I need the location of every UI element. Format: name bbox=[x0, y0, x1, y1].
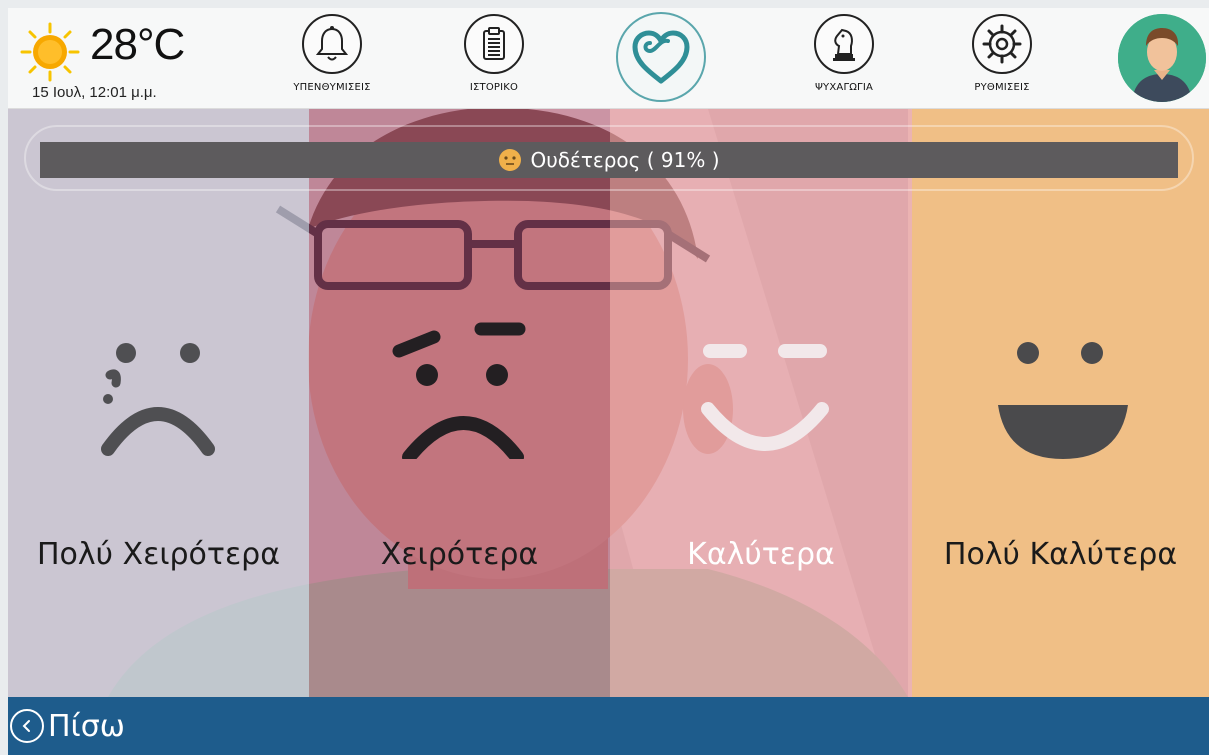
mood-selection-area: Πολύ Χειρότερα Χειρότερα Καλύτερα Πολύ Κ… bbox=[8, 109, 1209, 697]
date-time-text: 15 Ιουλ, 12:01 μ.μ. bbox=[32, 84, 157, 101]
angry-sad-face-icon bbox=[392, 322, 526, 459]
temperature-text: 28°C bbox=[90, 20, 185, 69]
option-label: Καλύτερα bbox=[687, 537, 835, 572]
crying-sad-face-icon bbox=[101, 343, 215, 456]
chess-knight-icon bbox=[833, 28, 855, 61]
nav-label: ΙΣΤΟΡΙΚΟ bbox=[469, 82, 519, 93]
option-label: Χειρότερα bbox=[380, 537, 539, 572]
neutral-face-icon bbox=[499, 149, 522, 171]
nav-button-history[interactable]: ΙΣΤΟΡΙΚΟ bbox=[454, 14, 534, 106]
sun-icon bbox=[20, 22, 80, 82]
back-button[interactable]: Πίσω bbox=[10, 697, 125, 755]
user-avatar[interactable] bbox=[1118, 14, 1206, 102]
footer-bar: Πίσω bbox=[8, 697, 1209, 755]
home-heart-button[interactable] bbox=[616, 12, 706, 102]
bell-icon bbox=[315, 26, 349, 61]
nav-button-settings[interactable]: ΡΥΘΜΙΣΕΙΣ bbox=[962, 14, 1042, 106]
option-worse[interactable]: Χειρότερα bbox=[309, 109, 610, 697]
detected-mood-text: Ουδέτερος ( 91% ) bbox=[530, 148, 720, 172]
clipboard-icon bbox=[483, 27, 505, 60]
option-better[interactable]: Καλύτερα bbox=[610, 109, 912, 697]
option-much-worse[interactable]: Πολύ Χειρότερα bbox=[8, 109, 309, 697]
nav-label: ΡΥΘΜΙΣΕΙΣ bbox=[974, 82, 1030, 93]
heart-icon bbox=[632, 30, 690, 84]
user-avatar-icon bbox=[1118, 14, 1206, 102]
back-chevron-icon bbox=[10, 709, 44, 743]
nav-button-reminders[interactable]: ΥΠΕΝΘΥΜΙΣΕΙΣ bbox=[292, 14, 372, 106]
smiling-face-icon bbox=[701, 344, 829, 451]
option-label: Πολύ Χειρότερα bbox=[37, 537, 280, 572]
nav-label: ΨΥΧΑΓΩΓΙΑ bbox=[814, 82, 874, 93]
nav-button-entertainment[interactable]: ΨΥΧΑΓΩΓΙΑ bbox=[804, 14, 884, 106]
back-label: Πίσω bbox=[48, 708, 125, 744]
detected-mood-bar: Ουδέτερος ( 91% ) bbox=[40, 142, 1178, 178]
option-much-better[interactable]: Πολύ Καλύτερα bbox=[912, 109, 1209, 697]
laughing-face-icon bbox=[998, 342, 1128, 459]
top-bar: 28°C 15 Ιουλ, 12:01 μ.μ. ΥΠΕΝΘΥΜΙΣΕΙΣ ΙΣ… bbox=[8, 8, 1209, 109]
option-label: Πολύ Καλύτερα bbox=[943, 537, 1178, 572]
gear-icon bbox=[982, 24, 1022, 64]
nav-label: ΥΠΕΝΘΥΜΙΣΕΙΣ bbox=[293, 82, 371, 93]
